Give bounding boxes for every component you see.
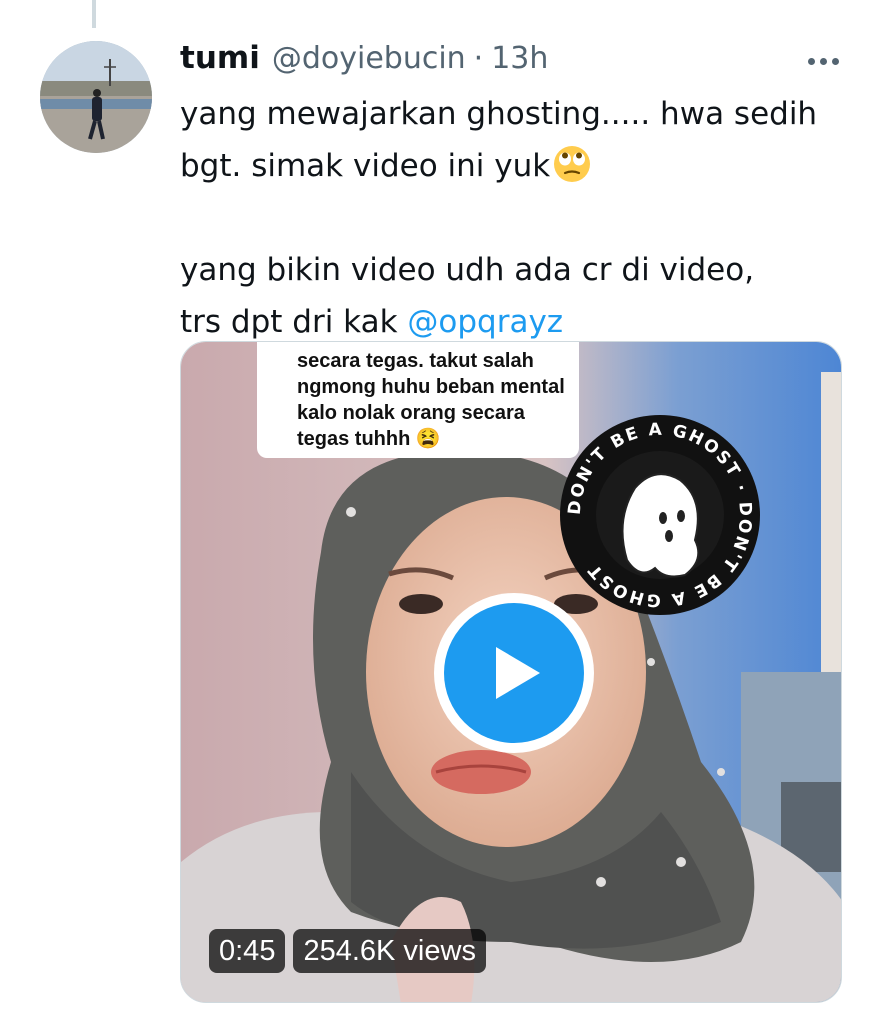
tweet-page: tumi @doyiebucin · 13h yang mewajarkan g… <box>0 0 882 1024</box>
separator-dot: · <box>473 41 484 76</box>
tweet-text-line: yang bikin video udh ada cr di video, <box>180 252 755 288</box>
mention-link[interactable]: @opqrayz <box>407 304 563 340</box>
video-duration-badge: 0:45 <box>209 929 286 973</box>
caption-line: secara tegas. takut salah <box>297 350 534 372</box>
author-name[interactable]: tumi <box>180 40 260 76</box>
author-handle[interactable]: @doyiebucin <box>272 41 466 76</box>
tweet-header: tumi @doyiebucin · 13h <box>180 40 548 82</box>
video-badges: 0:45 254.6K views <box>209 929 486 973</box>
avatar-photo <box>40 41 152 153</box>
tweet-text-line: yang mewajarkan ghosting..... hwa sedih <box>180 96 818 132</box>
tweet-body: yang mewajarkan ghosting..... hwa sedih … <box>180 88 840 348</box>
dont-be-a-ghost-sticker: DON'T BE A GHOST · DON'T BE A GHOST <box>560 415 760 615</box>
tweet-text-line: bgt. simak video ini yuk <box>180 140 840 192</box>
caption-line: ngmong huhu beban mental <box>297 376 565 398</box>
tweet-timestamp[interactable]: 13h <box>491 41 548 76</box>
play-button[interactable] <box>434 593 594 753</box>
play-icon <box>496 647 540 699</box>
caption-line: tegas tuhhh 😫 <box>297 428 441 450</box>
avatar[interactable] <box>40 41 152 153</box>
video-player[interactable]: secara tegas. takut salah ngmong huhu be… <box>180 341 842 1003</box>
video-views-badge: 254.6K views <box>293 929 486 973</box>
face-with-rolling-eyes-emoji <box>554 146 591 182</box>
more-options-icon[interactable] <box>800 46 846 76</box>
video-caption-overlay: secara tegas. takut salah ngmong huhu be… <box>257 342 579 458</box>
thread-connector-line <box>92 0 96 28</box>
caption-line: kalo nolak orang secara <box>297 402 525 424</box>
